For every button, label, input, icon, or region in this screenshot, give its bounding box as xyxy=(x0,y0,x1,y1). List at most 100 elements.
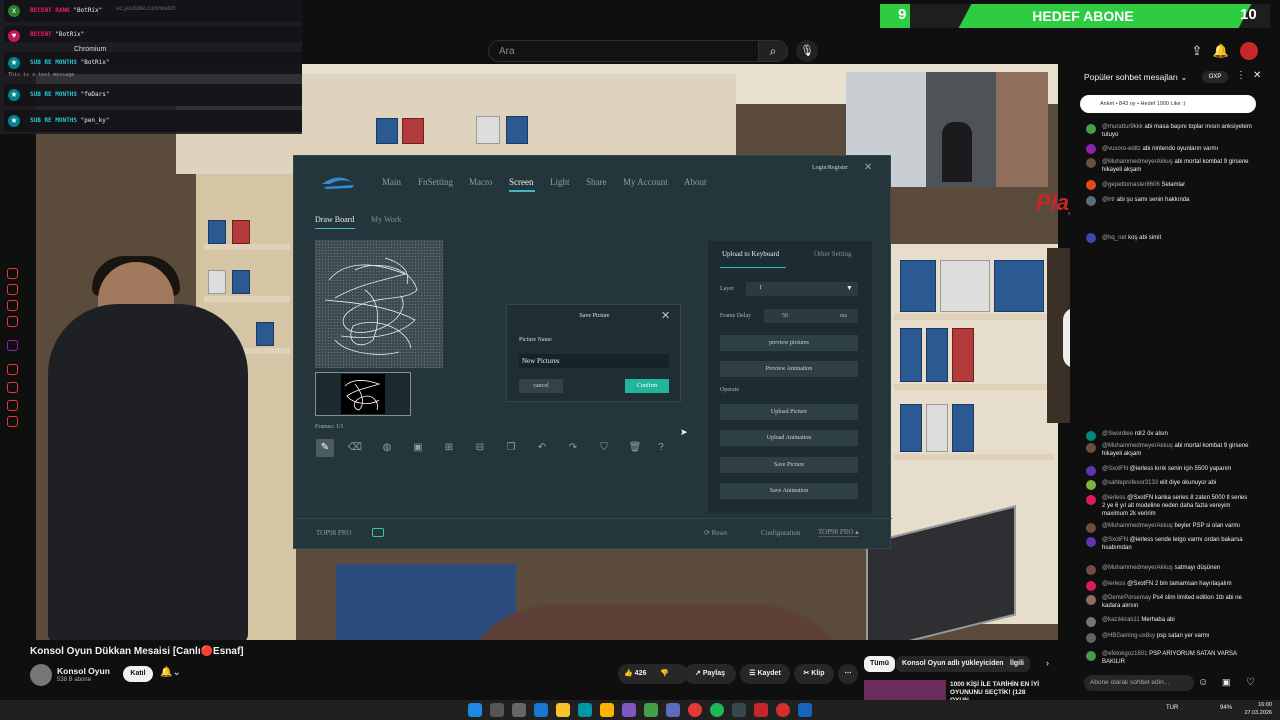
edge-icon[interactable] xyxy=(578,703,592,717)
share-button[interactable]: ↗ Paylaş xyxy=(684,664,736,684)
trash-icon[interactable]: 🗑 xyxy=(626,439,644,457)
channel-avatar[interactable] xyxy=(30,664,52,686)
search-icon[interactable] xyxy=(490,703,504,717)
upload-icon[interactable]: ⇪ xyxy=(1188,42,1206,60)
fill-icon[interactable]: ◍ xyxy=(378,439,396,457)
draw-board-canvas[interactable] xyxy=(315,240,443,368)
reset-button[interactable]: ⟳ Reset xyxy=(704,529,727,537)
nav-macro[interactable]: Macro xyxy=(469,177,493,187)
preview-pictures-button[interactable]: preview pictures xyxy=(720,335,858,351)
nav-my-account[interactable]: My Account xyxy=(623,177,668,187)
upload-picture-button[interactable]: Upload Picture xyxy=(720,404,858,420)
sidebar-icon[interactable] xyxy=(7,382,18,393)
copy-frame-icon[interactable]: ❐ xyxy=(502,439,520,457)
tab-my-work[interactable]: My Work xyxy=(371,215,402,224)
chat-header[interactable]: Popüler sohbet mesajları ⌄ xyxy=(1084,72,1188,83)
twitch-icon[interactable] xyxy=(7,340,18,351)
super-chat-icon[interactable]: ▣ xyxy=(1222,677,1231,688)
notification-bell-icon[interactable]: 🔔 xyxy=(1212,42,1230,60)
chevron-right-icon[interactable]: › xyxy=(1046,658,1049,668)
close-icon[interactable]: ✕ xyxy=(661,309,670,322)
frame-thumbnail[interactable] xyxy=(315,372,411,416)
task-view-icon[interactable] xyxy=(512,703,526,717)
emoji-icon[interactable]: ☺ xyxy=(1198,677,1208,688)
undo-icon[interactable]: ↶ xyxy=(533,439,551,457)
keyboard-app-icon[interactable] xyxy=(798,703,812,717)
chat-badge[interactable]: OXP xyxy=(1202,71,1228,83)
join-button[interactable]: Katıl xyxy=(123,666,153,682)
tab-other-setting[interactable]: Other Setting xyxy=(814,250,852,258)
related-video-thumbnail[interactable] xyxy=(864,680,946,700)
more-options-icon[interactable]: ⋮ xyxy=(1236,70,1246,81)
redo-icon[interactable]: ↷ xyxy=(564,439,582,457)
tab-upload-to-keyboard[interactable]: Upload to Keyboard xyxy=(722,250,779,258)
sidebar-icon[interactable] xyxy=(7,364,18,375)
nav-main[interactable]: Main xyxy=(382,177,401,187)
chrome-icon[interactable] xyxy=(600,703,614,717)
like-count[interactable]: 426 xyxy=(635,670,647,677)
cancel-button[interactable]: cancel xyxy=(519,379,563,393)
save-animation-button[interactable]: Save Animation xyxy=(720,483,858,499)
sidebar-icon[interactable] xyxy=(7,268,18,279)
frame-delay-input[interactable]: 50 ms xyxy=(764,309,858,323)
configuration-select[interactable]: TOP98 PRO ▴ xyxy=(818,528,859,537)
sidebar-icon[interactable] xyxy=(7,300,18,311)
save-picture-button[interactable]: Save Picture xyxy=(720,457,858,473)
nav-fnsetting[interactable]: FnSetting xyxy=(418,177,453,187)
stamp-icon[interactable]: ⛉ xyxy=(595,439,613,457)
login-register-link[interactable]: Login/Register xyxy=(812,165,848,171)
nav-light[interactable]: Light xyxy=(550,177,570,187)
app-icon[interactable] xyxy=(534,703,548,717)
obs-icon[interactable] xyxy=(776,703,790,717)
taskbar-clock[interactable]: 16:00 27.03.2026 xyxy=(1236,701,1272,717)
search-icon[interactable]: ⌕ xyxy=(758,40,788,62)
chat-input[interactable]: Abone olarak sohbet edin... xyxy=(1084,675,1194,691)
chip-uploader[interactable]: Konsol Oyun adlı yükleyiciden xyxy=(896,656,1010,672)
image-icon[interactable]: ▣ xyxy=(409,439,427,457)
account-avatar[interactable] xyxy=(1240,42,1258,60)
help-icon[interactable]: ? xyxy=(652,439,670,457)
add-frame-icon[interactable]: ⊞ xyxy=(440,439,458,457)
chip-related[interactable]: İlgili xyxy=(1004,656,1030,672)
battery-level[interactable]: 94% xyxy=(1220,705,1232,711)
chevron-down-icon[interactable]: ▼ xyxy=(846,285,853,292)
subscription-bell-icon[interactable]: 🔔⌄ xyxy=(160,667,181,678)
preview-animation-button[interactable]: Preview Animation xyxy=(720,361,858,377)
upload-animation-button[interactable]: Upload Animation xyxy=(720,430,858,446)
file-explorer-icon[interactable] xyxy=(556,703,570,717)
save-button[interactable]: ☰ Kaydet xyxy=(740,664,790,684)
nav-about[interactable]: About xyxy=(684,177,707,187)
layer-select[interactable]: 1 xyxy=(746,282,858,296)
microphone-icon[interactable]: 🎙 xyxy=(796,40,818,62)
spotify-icon[interactable] xyxy=(710,703,724,717)
eraser-icon[interactable]: ⌫ xyxy=(346,439,364,457)
chip-all[interactable]: Tümü xyxy=(864,656,896,672)
channel-name[interactable]: Konsol Oyun xyxy=(57,666,110,676)
picture-name-input[interactable] xyxy=(519,354,669,368)
clip-button[interactable]: ✂ Klip xyxy=(794,664,834,684)
sidebar-icon[interactable] xyxy=(7,316,18,327)
remove-frame-icon[interactable]: ⊟ xyxy=(471,439,489,457)
thumbs-down-icon[interactable]: 👎 xyxy=(660,670,669,677)
confirm-button[interactable]: Confirm xyxy=(625,379,669,393)
sidebar-icon[interactable] xyxy=(7,400,18,411)
sidebar-icon[interactable] xyxy=(7,416,18,427)
opera-icon[interactable] xyxy=(688,703,702,717)
more-actions-icon[interactable]: ⋯ xyxy=(838,664,858,684)
language-indicator[interactable]: TUR xyxy=(1166,705,1178,711)
nav-share[interactable]: Share xyxy=(586,177,607,187)
sidebar-icon[interactable] xyxy=(7,284,18,295)
steam-icon[interactable] xyxy=(732,703,746,717)
close-icon[interactable]: ✕ xyxy=(864,162,872,173)
windows-start-icon[interactable] xyxy=(468,703,482,717)
thumbs-up-icon[interactable]: 👍 xyxy=(624,670,633,677)
app-icon[interactable] xyxy=(622,703,636,717)
pen-icon[interactable]: ✎ xyxy=(316,439,334,457)
xbox-icon[interactable] xyxy=(644,703,658,717)
app-icon[interactable] xyxy=(754,703,768,717)
close-icon[interactable]: ✕ xyxy=(1253,70,1261,81)
tab-draw-board[interactable]: Draw Board xyxy=(315,215,354,224)
chat-poll[interactable]: Anket • 843 oy • Hedef 1000 Like :) xyxy=(1080,95,1256,113)
nav-screen[interactable]: Screen xyxy=(509,177,534,187)
search-input[interactable]: Ara xyxy=(488,40,760,62)
